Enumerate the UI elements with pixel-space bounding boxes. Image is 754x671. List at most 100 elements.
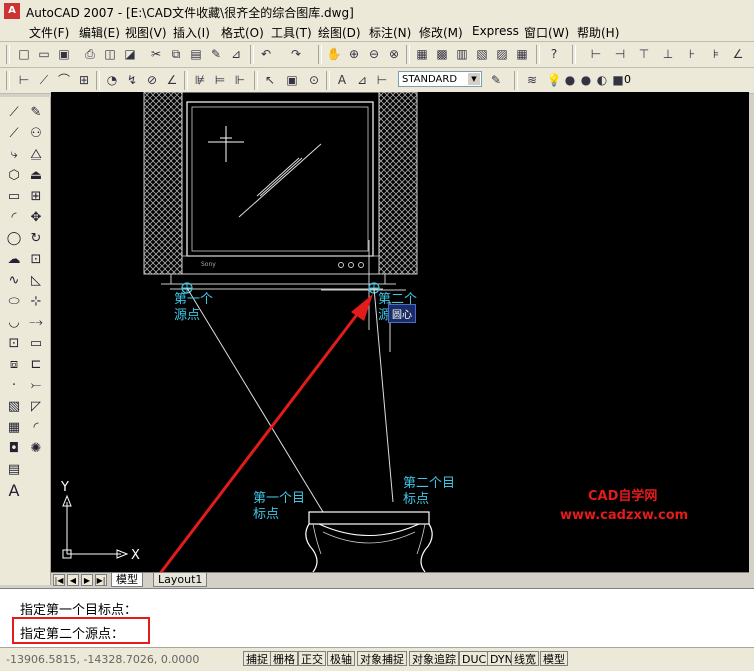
leader-icon[interactable]: ↖ bbox=[262, 72, 278, 88]
menu-edit[interactable]: 编辑(E) bbox=[79, 24, 120, 41]
redo-icon[interactable]: ↷ bbox=[288, 46, 304, 62]
otrack-toggle[interactable]: 对象追踪 bbox=[409, 651, 459, 666]
linear-icon[interactable]: ⊢ bbox=[16, 72, 32, 88]
arc-dimension-icon[interactable]: ⊤ bbox=[636, 46, 652, 62]
model-toggle[interactable]: 模型 bbox=[540, 651, 568, 666]
lock-icon[interactable]: ◐ bbox=[594, 72, 610, 88]
diameter-icon[interactable]: ⊘ bbox=[144, 72, 160, 88]
point-icon[interactable]: · bbox=[6, 378, 22, 394]
menu-tools[interactable]: 工具(T) bbox=[271, 24, 312, 41]
text-style-dropdown[interactable]: STANDARD ▼ bbox=[398, 71, 482, 87]
zoom-window-icon[interactable]: ⊖ bbox=[366, 46, 382, 62]
design-center-icon[interactable]: ▩ bbox=[434, 46, 450, 62]
tab-layout1[interactable]: Layout1 bbox=[153, 573, 208, 587]
angular-dimension-icon[interactable]: ∠ bbox=[730, 46, 746, 62]
dimension-edit-icon[interactable]: A bbox=[334, 72, 350, 88]
calculator-icon[interactable]: ▦ bbox=[514, 46, 530, 62]
menu-file[interactable]: 文件(F) bbox=[29, 24, 69, 41]
sheet-set-icon[interactable]: ▧ bbox=[474, 46, 490, 62]
grid-toggle[interactable]: 栅格 bbox=[270, 651, 298, 666]
lightbulb-icon[interactable]: 💡 bbox=[546, 72, 562, 88]
ortho-toggle[interactable]: 正交 bbox=[298, 651, 326, 666]
tab-model[interactable]: 模型 bbox=[111, 573, 143, 587]
copy-icon[interactable]: ⧉ bbox=[168, 46, 184, 62]
copy-object-icon[interactable]: ⚇ bbox=[28, 126, 44, 142]
rectangle-icon[interactable]: ▭ bbox=[6, 189, 22, 205]
menu-format[interactable]: 格式(O) bbox=[221, 24, 264, 41]
arc-length-icon[interactable]: ⌒ bbox=[56, 72, 72, 88]
plot-icon[interactable]: ⎙ bbox=[82, 46, 98, 62]
open-icon[interactable]: ▭ bbox=[36, 46, 52, 62]
paste-icon[interactable]: ▤ bbox=[188, 46, 204, 62]
baseline-icon[interactable]: ⊨ bbox=[212, 72, 228, 88]
erase-icon[interactable]: ✎ bbox=[28, 105, 44, 121]
scale-icon[interactable]: ⊡ bbox=[28, 252, 44, 268]
tool-palettes-icon[interactable]: ▥ bbox=[454, 46, 470, 62]
markup-icon[interactable]: ▨ bbox=[494, 46, 510, 62]
menu-view[interactable]: 视图(V) bbox=[125, 24, 167, 41]
array-icon[interactable]: ⊞ bbox=[28, 189, 44, 205]
spline-icon[interactable]: ∿ bbox=[6, 273, 22, 289]
cut-icon[interactable]: ✂ bbox=[148, 46, 164, 62]
match-properties-icon[interactable]: ✎ bbox=[208, 46, 224, 62]
region-icon[interactable]: ◘ bbox=[6, 441, 22, 457]
polar-toggle[interactable]: 极轴 bbox=[327, 651, 355, 666]
layer-manager-icon[interactable]: ≋ bbox=[524, 72, 540, 88]
arc-icon[interactable]: ◜ bbox=[6, 210, 22, 226]
radius-icon[interactable]: ◔ bbox=[104, 72, 120, 88]
revision-cloud-icon[interactable]: ☁ bbox=[6, 252, 22, 268]
ordinate-dimension-icon[interactable]: ⊥ bbox=[660, 46, 676, 62]
linear-dimension-icon[interactable]: ⊢ bbox=[588, 46, 604, 62]
stretch-icon[interactable]: ◺ bbox=[28, 273, 44, 289]
menu-draw[interactable]: 绘图(D) bbox=[318, 24, 361, 41]
undo-icon[interactable]: ↶ bbox=[258, 46, 274, 62]
move-icon[interactable]: ✥ bbox=[28, 210, 44, 226]
break-icon[interactable]: ⊏ bbox=[28, 357, 44, 373]
line-icon[interactable]: ⟋ bbox=[6, 105, 22, 121]
first-tab-icon[interactable]: |◀ bbox=[53, 574, 65, 586]
snap-toggle[interactable]: 捕捉 bbox=[243, 651, 271, 666]
zoom-previous-icon[interactable]: ⊗ bbox=[386, 46, 402, 62]
last-tab-icon[interactable]: ▶| bbox=[95, 574, 107, 586]
menu-insert[interactable]: 插入(I) bbox=[173, 24, 210, 41]
table-icon[interactable]: ▤ bbox=[6, 462, 22, 478]
multiline-text-icon[interactable]: A bbox=[6, 483, 22, 499]
dimension-update-icon[interactable]: ⊢ bbox=[374, 72, 390, 88]
current-layer[interactable]: 0 bbox=[624, 73, 631, 86]
polygon-icon[interactable]: ⬡ bbox=[6, 168, 22, 184]
publish-icon[interactable]: ◪ bbox=[122, 46, 138, 62]
ellipse-arc-icon[interactable]: ◡ bbox=[6, 315, 22, 331]
polyline-icon[interactable]: ⤷ bbox=[6, 147, 22, 163]
gradient-icon[interactable]: ▦ bbox=[6, 420, 22, 436]
mirror-icon[interactable]: ⧋ bbox=[28, 147, 44, 163]
drawing-canvas[interactable]: 第一个 源点 第二个 源点 第一个目 标点 第二个目 标点 圆心 Sony Y … bbox=[51, 92, 749, 572]
fillet-icon[interactable]: ◜ bbox=[28, 420, 44, 436]
menu-modify[interactable]: 修改(M) bbox=[419, 24, 463, 41]
next-tab-icon[interactable]: ▶ bbox=[81, 574, 93, 586]
freeze-icon[interactable]: ● bbox=[578, 72, 594, 88]
autocad-app-icon[interactable]: A bbox=[4, 3, 20, 19]
rotate-icon[interactable]: ↻ bbox=[28, 231, 44, 247]
help-icon[interactable]: ? bbox=[546, 46, 562, 62]
diameter-dimension-icon[interactable]: ⊧ bbox=[708, 46, 724, 62]
chevron-down-icon[interactable]: ▼ bbox=[468, 73, 480, 85]
break-at-point-icon[interactable]: ▭ bbox=[28, 336, 44, 352]
menu-help[interactable]: 帮助(H) bbox=[577, 24, 619, 41]
save-icon[interactable]: ▣ bbox=[56, 46, 72, 62]
lineweight-toggle[interactable]: 线宽 bbox=[511, 651, 539, 666]
menu-window[interactable]: 窗口(W) bbox=[524, 24, 569, 41]
radius-dimension-icon[interactable]: ⊦ bbox=[684, 46, 700, 62]
extend-icon[interactable]: ⤍ bbox=[28, 315, 44, 331]
sun-icon[interactable]: ● bbox=[562, 72, 578, 88]
continue-icon[interactable]: ⊩ bbox=[232, 72, 248, 88]
osnap-toggle[interactable]: 对象捕捉 bbox=[357, 651, 407, 666]
block-editor-icon[interactable]: ⊿ bbox=[228, 46, 244, 62]
previous-tab-icon[interactable]: ◀ bbox=[67, 574, 79, 586]
chamfer-icon[interactable]: ◸ bbox=[28, 399, 44, 415]
center-mark-icon[interactable]: ⊙ bbox=[306, 72, 322, 88]
dimension-text-edit-icon[interactable]: ⊿ bbox=[354, 72, 370, 88]
aligned-icon[interactable]: ⟋ bbox=[36, 72, 52, 88]
angular-icon[interactable]: ∠ bbox=[164, 72, 180, 88]
pan-icon[interactable]: ✋ bbox=[326, 46, 342, 62]
join-icon[interactable]: ⤚ bbox=[28, 378, 44, 394]
